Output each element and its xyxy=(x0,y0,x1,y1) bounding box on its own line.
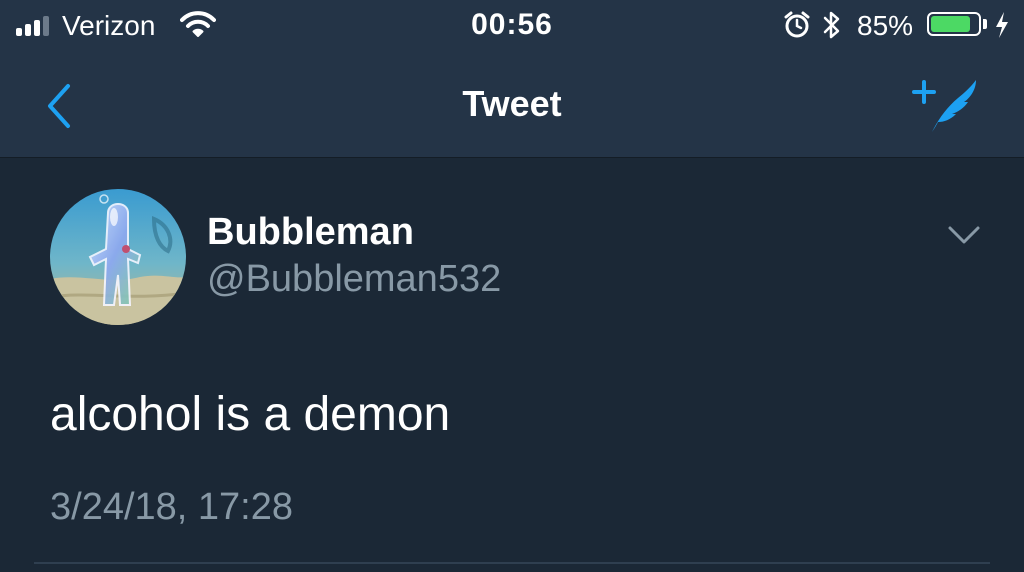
battery-cap xyxy=(983,19,987,29)
back-button[interactable] xyxy=(36,78,84,134)
status-bar: Verizon 00:56 85% xyxy=(0,0,1024,52)
battery-level-fill xyxy=(931,16,970,32)
tweet-menu-button[interactable] xyxy=(944,220,984,250)
divider xyxy=(34,562,990,564)
display-name[interactable]: Bubbleman xyxy=(207,209,414,255)
compose-tweet-icon xyxy=(912,80,976,132)
tweet-timestamp: 3/24/18, 17:28 xyxy=(50,486,293,528)
page-title: Tweet xyxy=(462,83,562,124)
battery-percentage: 85% xyxy=(857,10,914,41)
signal-icon xyxy=(16,14,56,36)
tweet-text: alcohol is a demon xyxy=(50,388,451,441)
chevron-down-icon xyxy=(948,226,980,244)
compose-tweet-button[interactable] xyxy=(910,76,982,136)
chevron-left-icon xyxy=(48,84,70,128)
carrier-name: Verizon xyxy=(62,10,156,41)
charging-bolt-icon xyxy=(994,11,1010,44)
avatar[interactable] xyxy=(50,189,186,325)
bluetooth-icon xyxy=(822,10,842,45)
user-handle[interactable]: @Bubbleman532 xyxy=(207,256,501,302)
wifi-icon xyxy=(180,10,216,43)
tweet-detail-screen: Verizon 00:56 85% Tweet Bubbleman @Bubbl… xyxy=(0,0,1024,572)
battery-icon xyxy=(927,12,981,36)
navigation-bar: Tweet xyxy=(0,52,1024,158)
tweet-card: Bubbleman @Bubbleman532 alcohol is a dem… xyxy=(0,158,1024,572)
alarm-icon xyxy=(783,11,811,44)
